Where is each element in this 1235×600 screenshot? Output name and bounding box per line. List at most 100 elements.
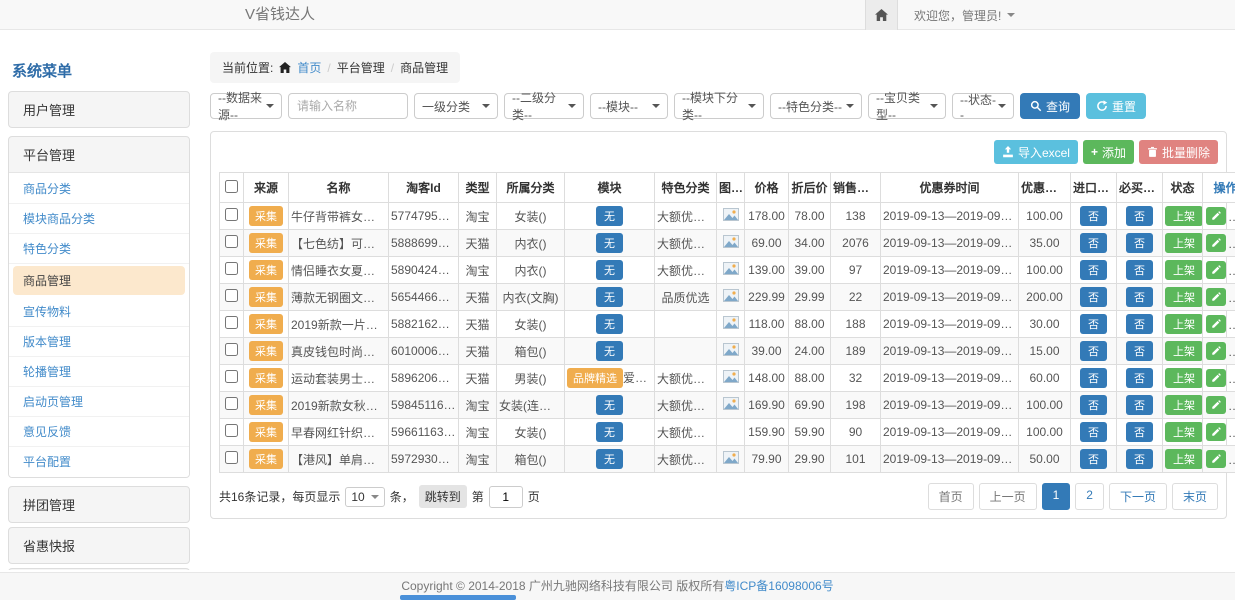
must-buy-toggle[interactable]: 否: [1126, 449, 1153, 469]
edit-button[interactable]: [1206, 342, 1226, 360]
sidebar-item-user-management[interactable]: 用户管理: [9, 92, 189, 127]
icp-link[interactable]: 粤ICP备16098006号: [724, 579, 833, 593]
status-button[interactable]: 上架: [1165, 368, 1203, 388]
status-button[interactable]: 上架: [1165, 233, 1203, 253]
sidebar-subitem-version-management[interactable]: 版本管理: [9, 327, 189, 357]
edit-button[interactable]: [1206, 261, 1226, 279]
sidebar-subitem-product-category[interactable]: 商品分类: [9, 174, 189, 204]
must-buy-cell: 否: [1117, 392, 1163, 419]
filter-select-item-type[interactable]: --宝贝类型--: [868, 93, 946, 119]
page-size-select[interactable]: 10: [345, 487, 384, 507]
row-checkbox[interactable]: [225, 208, 238, 221]
filter-select-data-source[interactable]: --数据来源--: [210, 93, 282, 119]
sidebar-subitem-feature-category[interactable]: 特色分类: [9, 234, 189, 264]
row-checkbox[interactable]: [225, 316, 238, 329]
row-checkbox[interactable]: [225, 370, 238, 383]
filter-select-module-subcategory[interactable]: --模块下分类--: [674, 93, 764, 119]
must-buy-toggle[interactable]: 否: [1126, 233, 1153, 253]
coupon-amount-cell: 100.00: [1019, 257, 1071, 284]
sidebar-subitem-promo-materials[interactable]: 宣传物料: [9, 297, 189, 327]
must-buy-toggle[interactable]: 否: [1126, 287, 1153, 307]
import-select-toggle[interactable]: 否: [1080, 341, 1107, 361]
filter-select-level1-category[interactable]: 一级分类: [414, 93, 498, 119]
sidebar-item-saving-express[interactable]: 省惠快报: [9, 528, 189, 563]
page-button-page-2[interactable]: 2: [1075, 483, 1104, 510]
edit-button[interactable]: [1206, 207, 1226, 225]
status-button[interactable]: 上架: [1165, 206, 1203, 226]
sidebar-item-group-buy-management[interactable]: 拼团管理: [9, 487, 189, 522]
import-select-toggle[interactable]: 否: [1080, 449, 1107, 469]
row-checkbox[interactable]: [225, 235, 238, 248]
must-buy-toggle[interactable]: 否: [1126, 260, 1153, 280]
row-checkbox[interactable]: [225, 343, 238, 356]
sidebar-subitem-platform-config[interactable]: 平台配置: [9, 447, 189, 476]
user-dropdown[interactable]: 欢迎您，管理员!: [898, 0, 1031, 30]
must-buy-toggle[interactable]: 否: [1126, 395, 1153, 415]
sidebar-subitem-product-management[interactable]: 商品管理: [13, 266, 185, 295]
edit-button[interactable]: [1206, 369, 1226, 387]
sidebar-item-platform-management[interactable]: 平台管理: [9, 137, 189, 172]
edit-button[interactable]: [1206, 315, 1226, 333]
import-select-toggle[interactable]: 否: [1080, 314, 1107, 334]
import-select-toggle[interactable]: 否: [1080, 260, 1107, 280]
must-buy-toggle[interactable]: 否: [1126, 341, 1153, 361]
jump-to-button[interactable]: 跳转到: [419, 485, 467, 508]
status-button[interactable]: 上架: [1165, 395, 1203, 415]
edit-button[interactable]: [1206, 423, 1226, 441]
page-button-prev[interactable]: 上一页: [979, 483, 1037, 510]
status-button[interactable]: 上架: [1165, 341, 1203, 361]
import-select-toggle[interactable]: 否: [1080, 206, 1107, 226]
page-button-page-1[interactable]: 1: [1042, 483, 1071, 510]
feature-cell: 大额优惠券: [655, 392, 717, 419]
import-select-toggle[interactable]: 否: [1080, 233, 1107, 253]
status-button[interactable]: 上架: [1165, 260, 1203, 280]
add-button[interactable]: + 添加: [1083, 140, 1134, 164]
filter-select-feature-category[interactable]: --特色分类--: [770, 93, 862, 119]
sales-cell: 138: [831, 203, 881, 230]
must-buy-toggle[interactable]: 否: [1126, 422, 1153, 442]
edit-button[interactable]: [1206, 396, 1226, 414]
sidebar-subitem-module-product-category[interactable]: 模块商品分类: [9, 204, 189, 234]
row-checkbox[interactable]: [225, 262, 238, 275]
import-select-toggle[interactable]: 否: [1080, 368, 1107, 388]
home-button[interactable]: [865, 0, 898, 30]
row-checkbox[interactable]: [225, 289, 238, 302]
page-button-first[interactable]: 首页: [928, 483, 974, 510]
import-select-toggle[interactable]: 否: [1080, 287, 1107, 307]
edit-button[interactable]: [1206, 288, 1226, 306]
name-search-input[interactable]: [288, 93, 408, 119]
batch-delete-button[interactable]: 批量删除: [1139, 140, 1218, 164]
sidebar-item-message-management[interactable]: 消息管理: [9, 569, 189, 570]
select-all-checkbox[interactable]: [225, 180, 238, 193]
breadcrumb-home-link[interactable]: 首页: [297, 59, 321, 76]
row-checkbox[interactable]: [225, 424, 238, 437]
status-button[interactable]: 上架: [1165, 422, 1203, 442]
page-button-next[interactable]: 下一页: [1109, 483, 1167, 510]
status-button[interactable]: 上架: [1165, 287, 1203, 307]
edit-button[interactable]: [1206, 234, 1226, 252]
edit-button[interactable]: [1206, 450, 1226, 468]
import-select-toggle[interactable]: 否: [1080, 422, 1107, 442]
row-checkbox[interactable]: [225, 397, 238, 410]
status-button[interactable]: 上架: [1165, 314, 1203, 334]
sidebar-subitem-feedback[interactable]: 意见反馈: [9, 417, 189, 447]
horizontal-scrollbar-thumb[interactable]: [400, 595, 516, 600]
row-checkbox[interactable]: [225, 451, 238, 464]
import-excel-button[interactable]: 导入excel: [994, 140, 1078, 164]
reset-button[interactable]: 重置: [1086, 93, 1146, 119]
search-button[interactable]: 查询: [1020, 93, 1080, 119]
must-buy-toggle[interactable]: 否: [1126, 206, 1153, 226]
filter-select-status[interactable]: --状态--: [952, 93, 1014, 119]
import-select-toggle[interactable]: 否: [1080, 395, 1107, 415]
must-buy-toggle[interactable]: 否: [1126, 314, 1153, 334]
filter-select-level2-category[interactable]: --二级分类--: [504, 93, 584, 119]
filter-select-module[interactable]: --模块--: [590, 93, 668, 119]
status-button[interactable]: 上架: [1165, 449, 1203, 469]
sidebar-subitem-carousel-management[interactable]: 轮播管理: [9, 357, 189, 387]
jump-page-input[interactable]: [489, 486, 523, 508]
column-header: 图标: [717, 173, 745, 203]
breadcrumb: 当前位置: 首页 / 平台管理 / 商品管理: [210, 52, 460, 83]
must-buy-toggle[interactable]: 否: [1126, 368, 1153, 388]
page-button-last[interactable]: 末页: [1172, 483, 1218, 510]
sidebar-subitem-splash-page-management[interactable]: 启动页管理: [9, 387, 189, 417]
